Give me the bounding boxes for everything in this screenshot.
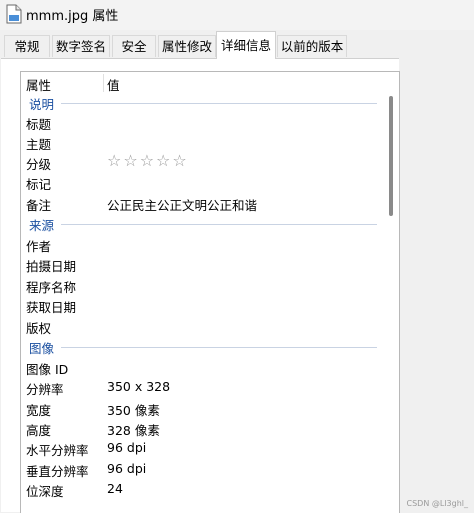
window-title: mmm.jpg 属性 — [26, 9, 119, 24]
rating-stars[interactable]: ☆☆☆☆☆ — [107, 151, 189, 170]
list-item[interactable]: 程序名称 — [21, 275, 381, 295]
tab-digital-signatures[interactable]: 数字签名 — [52, 35, 110, 57]
list-item[interactable]: 垂直分辨率 96 dpi — [21, 459, 381, 479]
list-item[interactable]: 作者 — [21, 234, 381, 254]
tab-general[interactable]: 常规 — [4, 35, 50, 57]
list-item[interactable]: 水平分辨率 96 dpi — [21, 438, 381, 458]
tab-strip: 常规 数字签名 安全 属性修改 详细信息 以前的版本 — [0, 31, 474, 59]
list-item[interactable]: 位深度 24 — [21, 479, 381, 499]
list-item[interactable]: 备注 公正民主公正文明公正和谐 — [21, 193, 381, 213]
title-bar: mmm.jpg 属性 — [0, 0, 474, 30]
list-item[interactable]: 标题 — [21, 112, 381, 132]
list-item[interactable]: 宽度 350 像素 — [21, 398, 381, 418]
scrollbar-thumb[interactable] — [389, 96, 393, 216]
list-item[interactable]: 拍摄日期 — [21, 254, 381, 274]
list-item[interactable]: 图像 ID — [21, 357, 381, 377]
list-header: 属性 值 — [21, 72, 399, 94]
column-divider[interactable] — [103, 74, 104, 92]
tab-custom[interactable]: 属性修改 — [158, 35, 216, 57]
list-item[interactable]: 主题 — [21, 132, 381, 152]
vertical-scrollbar[interactable] — [384, 94, 398, 513]
list-item[interactable]: 高度 328 像素 — [21, 418, 381, 438]
property-list[interactable]: 属性 值 说明 标题 主题 分级 ☆☆☆☆☆ 标记 备注 公正民主公正文明公正和… — [20, 71, 400, 513]
group-origin: 来源 — [21, 213, 381, 233]
list-item[interactable]: 获取日期 — [21, 295, 381, 315]
tab-previous-versions[interactable]: 以前的版本 — [277, 35, 347, 57]
group-description: 说明 — [21, 92, 381, 112]
list-item[interactable]: 分辨率 350 x 328 — [21, 377, 381, 397]
file-icon — [6, 4, 22, 24]
list-item[interactable]: 分级 ☆☆☆☆☆ — [21, 151, 381, 172]
list-item[interactable]: 标记 — [21, 172, 381, 192]
group-image: 图像 — [21, 336, 381, 356]
list-item[interactable]: 版权 — [21, 316, 381, 336]
watermark: CSDN @Ll3ghl_ — [406, 499, 469, 508]
tab-details[interactable]: 详细信息 — [216, 31, 276, 59]
tab-security[interactable]: 安全 — [112, 35, 156, 57]
details-panel: 属性 值 说明 标题 主题 分级 ☆☆☆☆☆ 标记 备注 公正民主公正文明公正和… — [1, 58, 400, 513]
